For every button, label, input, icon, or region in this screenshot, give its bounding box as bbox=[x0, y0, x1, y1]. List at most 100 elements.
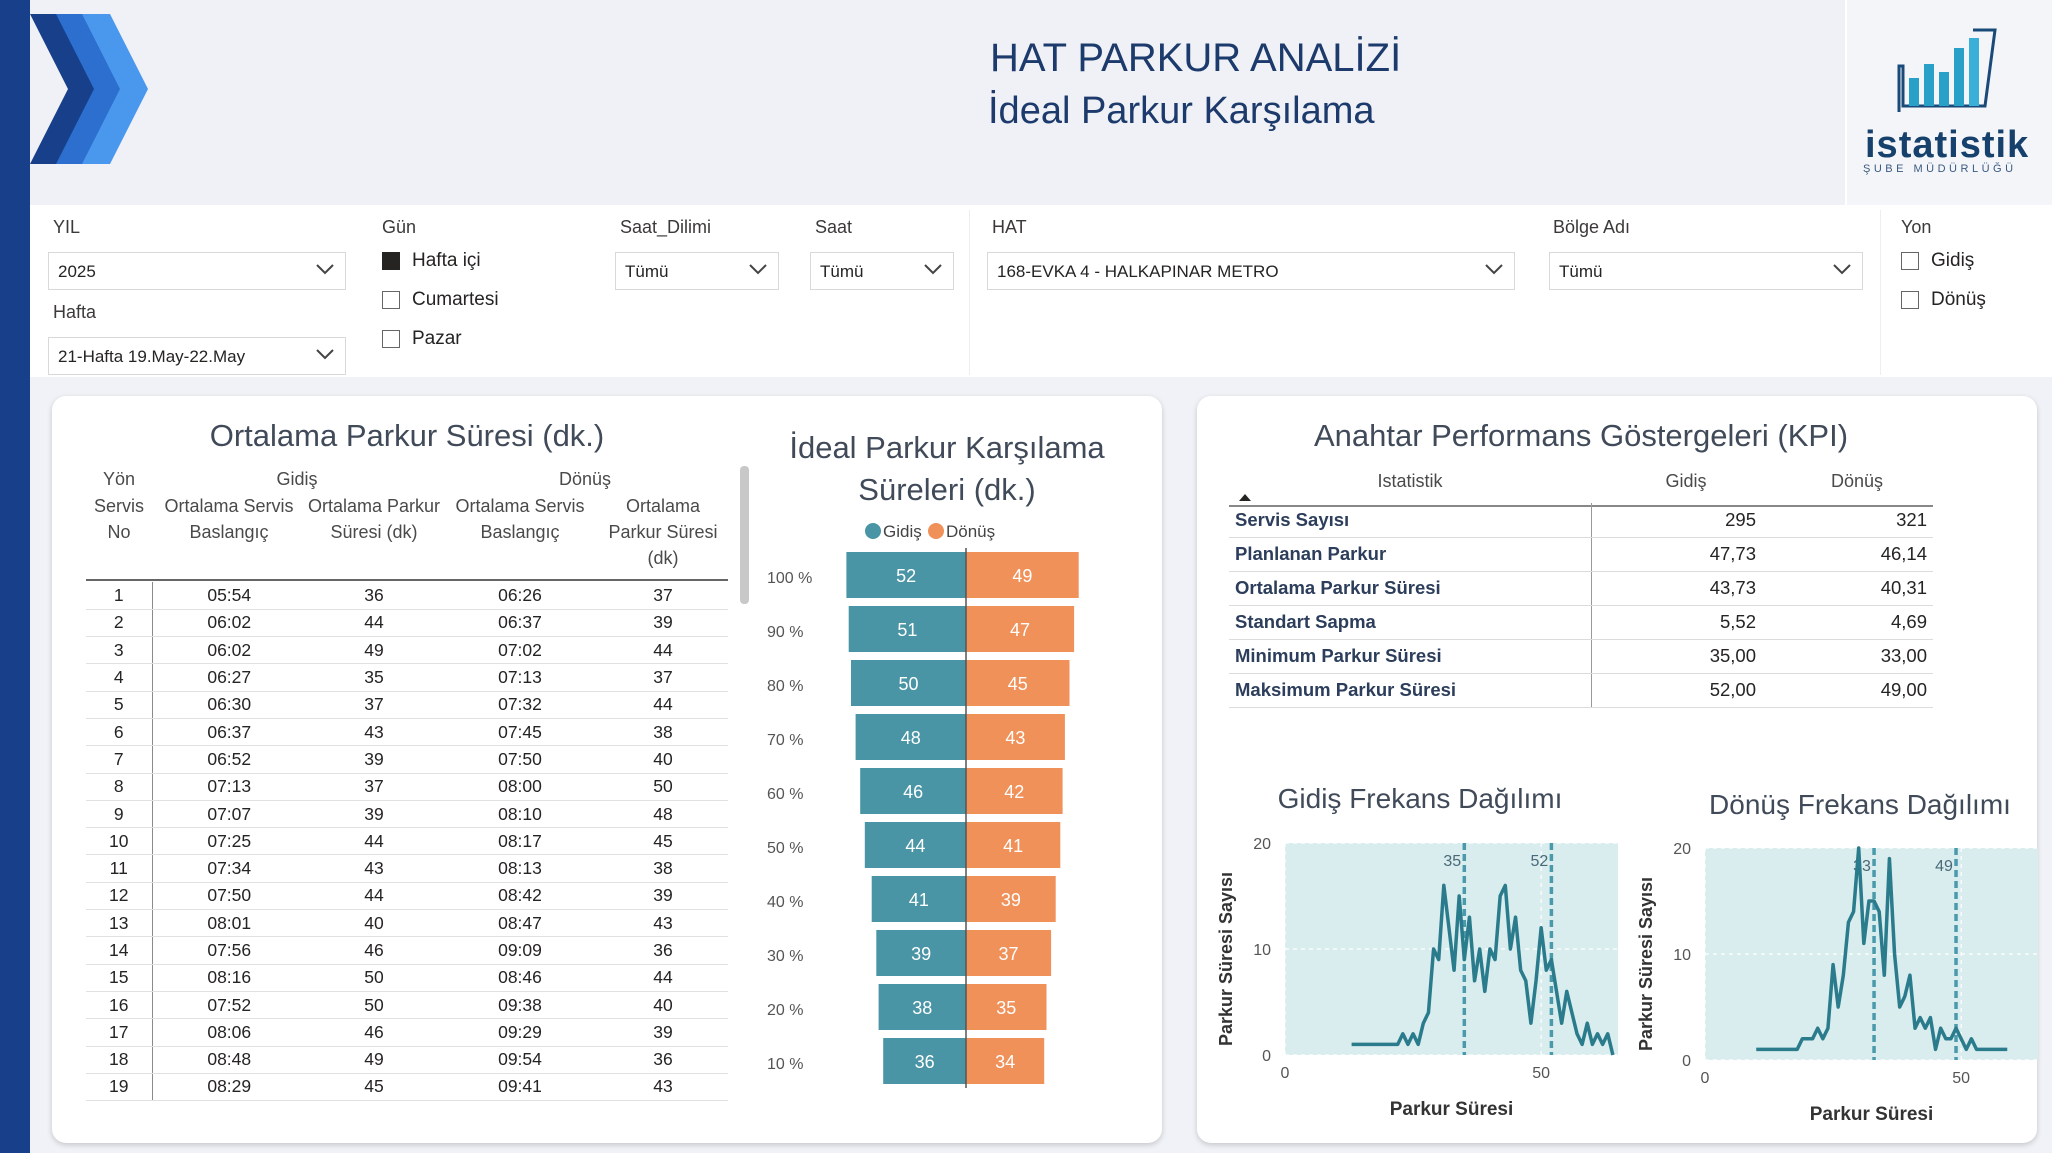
table-row: 19 08:29 45 09:41 43 bbox=[86, 1073, 728, 1102]
saat-dropdown[interactable]: Tümü bbox=[810, 252, 954, 290]
kpi-stat-name: Ortalama Parkur Süresi bbox=[1229, 571, 1592, 606]
table-cell: 16 bbox=[86, 991, 153, 1020]
yon-option-donus[interactable]: Dönüş bbox=[1901, 289, 1986, 311]
table-cell: 06:27 bbox=[152, 663, 306, 692]
page-title: HAT PARKUR ANALİZİ bbox=[990, 36, 1402, 80]
gidis-hist-title: Gidiş Frekans Dağılımı bbox=[1277, 783, 1563, 814]
yil-dropdown[interactable]: 2025 bbox=[48, 252, 346, 290]
table-cell: 2 bbox=[86, 609, 153, 638]
gun-option-hafta-ici[interactable]: Hafta içi bbox=[382, 250, 481, 272]
kpi-col-donus: Dönüş bbox=[1830, 471, 1884, 491]
table-row: 9 07:07 39 08:10 48 bbox=[86, 800, 728, 829]
table-cell: 45 bbox=[598, 827, 728, 856]
col-servis-no: Servis No bbox=[93, 496, 144, 542]
kpi-stat-name: Minimum Parkur Süresi bbox=[1229, 639, 1592, 674]
table-cell: 07:56 bbox=[152, 936, 306, 965]
kpi-value: 33,00 bbox=[1762, 639, 1933, 674]
y-tick-label: 10 bbox=[1673, 947, 1691, 964]
gidis-bar-label: 38 bbox=[912, 998, 932, 1018]
table-cell: 15 bbox=[86, 964, 153, 992]
hafta-dropdown[interactable]: 21-Hafta 19.May-22.May bbox=[48, 337, 346, 375]
sort-ascending-icon bbox=[1239, 494, 1251, 501]
hat-dropdown[interactable]: 168-EVKA 4 - HALKAPINAR METRO bbox=[987, 252, 1515, 290]
table-cell: 9 bbox=[86, 800, 153, 829]
legend-gidis: Gidiş bbox=[883, 522, 922, 541]
table-cell: 43 bbox=[598, 909, 728, 938]
legend-gidis-marker bbox=[865, 523, 881, 539]
table-cell: 46 bbox=[306, 1018, 442, 1047]
table-cell: 39 bbox=[306, 745, 442, 774]
category-label: 50 % bbox=[767, 840, 803, 857]
table-cell: 44 bbox=[306, 827, 442, 856]
table-cell: 36 bbox=[306, 582, 442, 610]
category-label: 30 % bbox=[767, 948, 803, 965]
parkur-table-body[interactable]: 1 05:54 36 06:26 37 2 06:02 44 06:37 39 3 06:02 49 07… bbox=[86, 582, 728, 1114]
bolge-dropdown[interactable]: Tümü bbox=[1549, 252, 1863, 290]
table-row: 11 07:34 43 08:13 38 bbox=[86, 854, 728, 883]
gidis-bar-label: 48 bbox=[901, 728, 921, 748]
table-cell: 37 bbox=[306, 773, 442, 801]
category-label: 100 % bbox=[767, 570, 812, 587]
table-cell: 39 bbox=[598, 882, 728, 911]
donus-bar-label: 43 bbox=[1005, 728, 1025, 748]
x-axis-label: Parkur Süresi bbox=[1810, 1104, 1934, 1125]
table-cell: 3 bbox=[86, 636, 153, 665]
kpi-col-gidis: Gidiş bbox=[1665, 471, 1707, 491]
kpi-col-stat[interactable]: Istatistik bbox=[1229, 468, 1591, 494]
gun-option-cumartesi[interactable]: Cumartesi bbox=[382, 289, 499, 311]
x-tick-label: 50 bbox=[1952, 1070, 1970, 1087]
table-scrollbar[interactable] bbox=[740, 466, 749, 604]
col-gidis-start: Ortalama Servis Baslangıç bbox=[164, 496, 294, 542]
y-tick-label: 20 bbox=[1253, 836, 1271, 853]
kpi-value: 52,00 bbox=[1591, 673, 1762, 708]
left-accent-bar bbox=[0, 0, 30, 1153]
gun-label: Gün bbox=[382, 217, 417, 237]
donus-bar-label: 49 bbox=[1012, 566, 1032, 586]
table-cell: 37 bbox=[598, 663, 728, 692]
table-header-rule bbox=[86, 579, 728, 581]
table-cell: 06:37 bbox=[442, 609, 598, 638]
table-cell: 11 bbox=[86, 854, 153, 883]
table-cell: 07:13 bbox=[442, 663, 598, 692]
donus-bar-label: 37 bbox=[999, 944, 1019, 964]
table-cell: 07:50 bbox=[442, 745, 598, 774]
table-cell: 40 bbox=[598, 745, 728, 774]
donus-bar-label: 45 bbox=[1008, 674, 1028, 694]
x-tick-label: 50 bbox=[1532, 1065, 1550, 1082]
bar-chart-logo-icon bbox=[1897, 28, 1997, 112]
table-row: 1 05:54 36 06:26 37 bbox=[86, 582, 728, 610]
table-cell: 06:30 bbox=[152, 691, 306, 719]
table-cell: 40 bbox=[306, 909, 442, 938]
gidis-bar-label: 39 bbox=[911, 944, 931, 964]
kpi-row: Ortalama Parkur Süresi 43,73 40,31 bbox=[1229, 571, 1933, 606]
table-cell: 6 bbox=[86, 718, 153, 747]
donus-bar-label: 42 bbox=[1004, 782, 1024, 802]
kpi-value: 295 bbox=[1591, 503, 1762, 538]
y-tick-label: 0 bbox=[1682, 1053, 1691, 1070]
donus-bar-label: 47 bbox=[1010, 620, 1030, 640]
gidis-bar-label: 46 bbox=[903, 782, 923, 802]
kpi-value: 35,00 bbox=[1591, 639, 1762, 674]
table-cell: 08:00 bbox=[442, 773, 598, 801]
donus-bar-label: 41 bbox=[1003, 836, 1023, 856]
table-cell: 44 bbox=[306, 609, 442, 638]
col-donus-duration: Ortalama Parkur Süresi (dk) bbox=[608, 496, 718, 568]
table-cell: 08:42 bbox=[442, 882, 598, 911]
donus-frequency-chart: 010200 5033 49Parkur SüresiParkur Süresi S… bbox=[1636, 841, 2038, 1125]
saat-dilimi-dropdown[interactable]: Tümü bbox=[615, 252, 779, 290]
x-tick-label: 0 bbox=[1701, 1070, 1710, 1087]
ideal-chart: Gidiş Dönüş 100 % 52 49 90 % 51 47 80 % 50 45 70 % 4… bbox=[767, 522, 1079, 1088]
table-cell: 38 bbox=[598, 718, 728, 747]
yon-option-gidis[interactable]: Gidiş bbox=[1901, 250, 1974, 272]
table-cell: 35 bbox=[306, 663, 442, 692]
group-donus: Dönüş bbox=[558, 469, 612, 489]
donus-bar-label: 39 bbox=[1001, 890, 1021, 910]
gun-option-pazar[interactable]: Pazar bbox=[382, 328, 462, 350]
table-cell: 39 bbox=[598, 609, 728, 638]
ideal-chart-title: İdeal Parkur Karşılama Süreleri (dk.) bbox=[789, 430, 1105, 507]
table-cell: 44 bbox=[306, 882, 442, 911]
table-cell: 50 bbox=[598, 773, 728, 801]
table-cell: 09:09 bbox=[442, 936, 598, 965]
gidis-bar-label: 51 bbox=[897, 620, 917, 640]
logo-subname: ŞUBE MÜDÜRLÜĞÜ bbox=[1863, 163, 2017, 175]
